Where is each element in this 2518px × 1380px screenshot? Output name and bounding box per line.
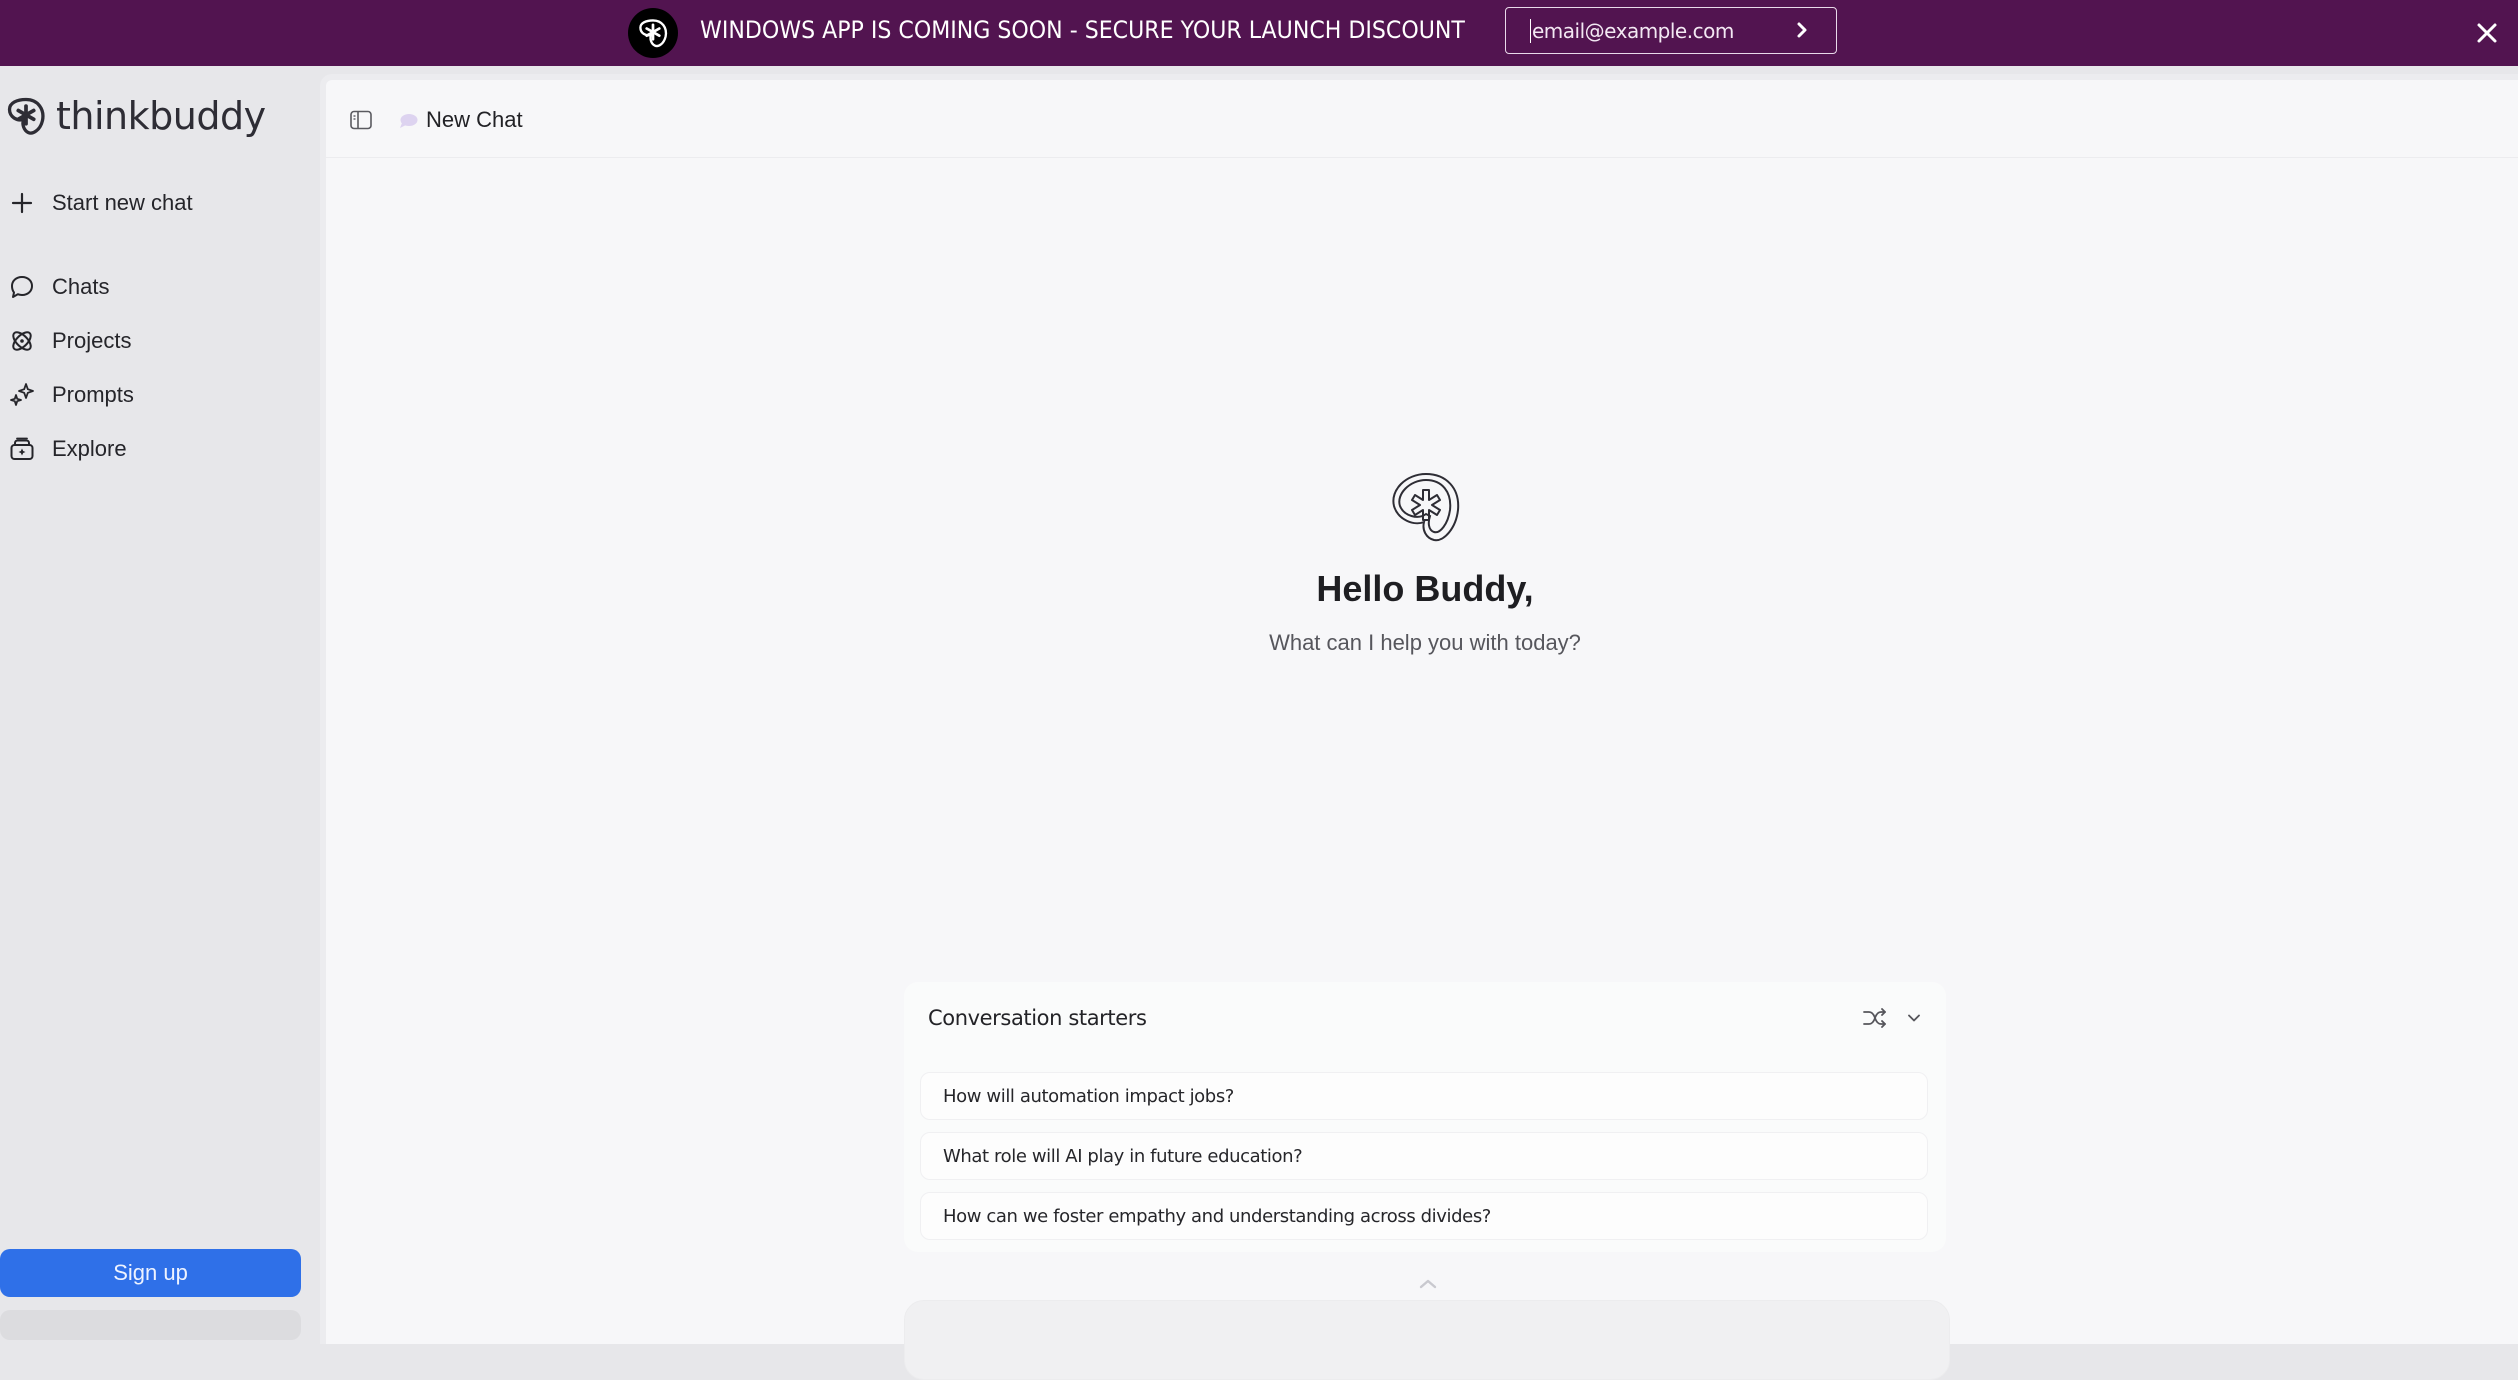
brand-name: thinkbuddy [56,94,266,138]
toolbox-icon [8,435,36,463]
brand-logo[interactable]: thinkbuddy [4,94,266,138]
sidebar-item-projects[interactable]: Projects [8,321,131,361]
plus-icon [8,189,36,217]
email-input[interactable] [1530,18,1770,43]
banner-close-button[interactable] [2474,20,2500,46]
message-composer[interactable] [904,1300,1950,1380]
chat-header: New Chat [326,80,2518,158]
greeting-title: Hello Buddy, [1316,568,1534,609]
sidebar-item-prompts[interactable]: Prompts [8,375,134,415]
thinkbuddy-logo-icon [628,8,678,58]
starter-item[interactable]: How will automation impact jobs? [920,1072,1928,1120]
chevron-up-icon [1419,1279,1437,1289]
expand-composer-button[interactable] [1416,1276,1440,1290]
greeting-subtitle: What can I help you with today? [1269,630,1581,655]
start-new-chat-label: Start new chat [52,190,193,215]
shuffle-icon [1863,1008,1886,1028]
chevron-down-icon [1908,1014,1920,1022]
sidebar-item-label: Chats [52,274,110,299]
conversation-starters: Conversation starters How will automatio… [904,982,1946,1252]
speech-bubble-icon [398,113,418,129]
start-new-chat-button[interactable]: Start new chat [8,183,193,223]
sparkles-icon [8,381,36,409]
collapse-starters-button[interactable] [1904,1008,1924,1028]
chat-bubble-icon [8,273,36,301]
starter-item[interactable]: How can we foster empathy and understand… [920,1192,1928,1240]
chevron-right-icon [1797,22,1807,38]
sidebar-item-explore[interactable]: Explore [8,429,127,469]
starter-item[interactable]: What role will AI play in future educati… [920,1132,1928,1180]
promo-banner: WINDOWS APP IS COMING SOON - SECURE YOUR… [0,0,2518,66]
shuffle-starters-button[interactable] [1862,1006,1888,1030]
sidebar-item-chats[interactable]: Chats [8,267,109,307]
email-field-wrapper [1505,7,1837,54]
atom-icon [8,327,36,355]
chat-title: New Chat [426,107,523,132]
banner-message: WINDOWS APP IS COMING SOON - SECURE YOUR… [700,16,1465,44]
toggle-sidebar-button[interactable] [350,110,372,130]
sidebar: thinkbuddy Start new chat Chats Projects [0,66,320,1324]
sign-up-button[interactable]: Sign up [0,1249,301,1297]
conversation-starters-title: Conversation starters [928,1006,1147,1030]
thinkbuddy-logo-icon [7,97,45,135]
sidebar-item-label: Explore [52,436,127,461]
close-icon [2477,23,2497,43]
sidebar-item-label: Projects [52,328,132,353]
sidebar-panel-icon [350,110,372,130]
thinkbuddy-logo-icon [1386,468,1466,548]
email-submit-button[interactable] [1790,18,1814,42]
chat-main-panel: New Chat Hello Buddy, What can I help yo… [320,74,2518,1380]
login-button[interactable] [0,1310,301,1340]
sidebar-item-label: Prompts [52,382,134,407]
